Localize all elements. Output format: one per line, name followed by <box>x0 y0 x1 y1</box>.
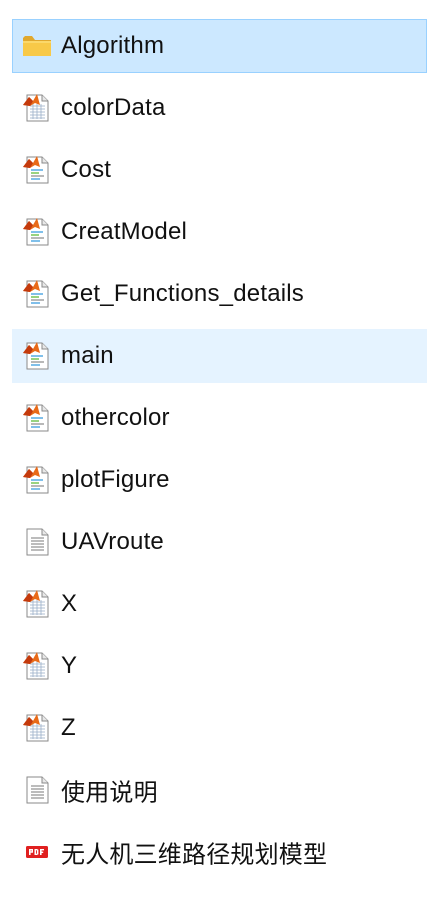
text-file-icon <box>21 526 53 558</box>
file-item[interactable]: 使用说明 <box>12 763 427 817</box>
file-item[interactable]: UAVroute <box>12 515 427 569</box>
file-item[interactable]: Z <box>12 701 427 755</box>
file-name: Get_Functions_details <box>61 280 305 307</box>
file-name: Algorithm <box>61 32 165 59</box>
file-item[interactable]: Algorithm <box>12 19 427 73</box>
folder-icon <box>21 30 53 62</box>
file-name: Y <box>61 652 78 679</box>
file-item[interactable]: 无人机三维路径规划模型 <box>12 825 427 879</box>
matlab-script-file-icon <box>21 278 53 310</box>
file-item[interactable]: othercolor <box>12 391 427 445</box>
file-item[interactable]: plotFigure <box>12 453 427 507</box>
file-name: othercolor <box>61 404 170 431</box>
file-item[interactable]: colorData <box>12 81 427 135</box>
file-name: 无人机三维路径规划模型 <box>61 841 328 869</box>
file-item[interactable]: Y <box>12 639 427 693</box>
file-item[interactable]: Get_Functions_details <box>12 267 427 321</box>
file-name: main <box>61 342 114 369</box>
file-item[interactable]: main <box>12 329 427 383</box>
file-list: Algorithm colorData Cost CreatModel Get_… <box>0 0 427 897</box>
file-name: UAVroute <box>61 528 164 555</box>
file-item[interactable]: X <box>12 577 427 631</box>
text-file-icon <box>21 774 53 806</box>
file-name: colorData <box>61 94 166 121</box>
matlab-script-file-icon <box>21 216 53 248</box>
matlab-data-file-icon <box>21 650 53 682</box>
matlab-data-file-icon <box>21 712 53 744</box>
file-name: CreatModel <box>61 218 188 245</box>
pdf-file-icon <box>21 836 53 868</box>
file-item[interactable]: Cost <box>12 143 427 197</box>
matlab-script-file-icon <box>21 464 53 496</box>
file-name: Cost <box>61 156 112 183</box>
matlab-data-file-icon <box>21 92 53 124</box>
matlab-script-file-icon <box>21 340 53 372</box>
matlab-data-file-icon <box>21 588 53 620</box>
file-name: plotFigure <box>61 466 170 493</box>
file-item[interactable]: CreatModel <box>12 205 427 259</box>
matlab-script-file-icon <box>21 154 53 186</box>
file-name: X <box>61 590 78 617</box>
matlab-script-file-icon <box>21 402 53 434</box>
file-name: 使用说明 <box>61 779 158 807</box>
file-name: Z <box>61 714 76 741</box>
